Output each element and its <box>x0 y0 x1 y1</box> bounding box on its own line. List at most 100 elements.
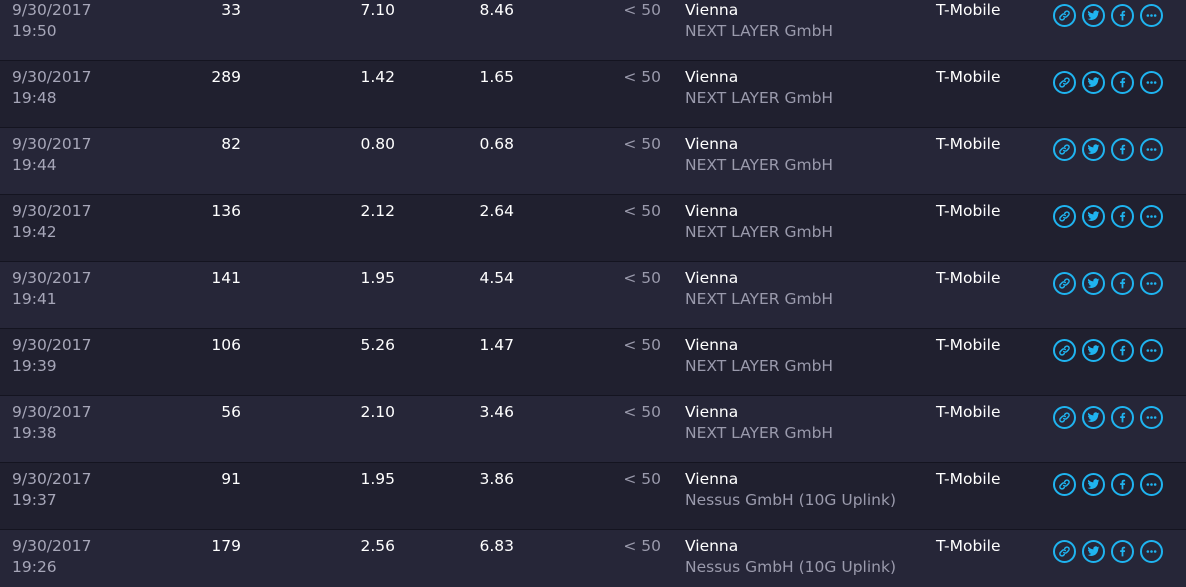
more-options-button[interactable] <box>1140 138 1163 161</box>
provider-name: T-Mobile <box>936 68 1001 86</box>
distance-value: < 50 <box>623 1 661 19</box>
link-icon <box>1059 546 1070 557</box>
table-row[interactable]: 9/30/2017 19:44 82 0.80 0.68 < 50 Vienna… <box>0 128 1186 195</box>
table-row[interactable]: 9/30/2017 19:37 91 1.95 3.86 < 50 Vienna… <box>0 463 1186 530</box>
server-isp: NEXT LAYER GmbH <box>685 424 834 442</box>
server-info: Vienna NEXT LAYER GmbH <box>685 268 833 310</box>
share-actions <box>1053 406 1163 429</box>
twitter-share-button[interactable] <box>1082 71 1105 94</box>
server-city: Vienna <box>685 470 739 488</box>
server-info: Vienna NEXT LAYER GmbH <box>685 201 833 243</box>
result-datetime: 9/30/2017 19:41 <box>12 268 91 310</box>
table-row[interactable]: 9/30/2017 19:48 289 1.42 1.65 < 50 Vienn… <box>0 61 1186 128</box>
facebook-share-button[interactable] <box>1111 205 1134 228</box>
twitter-share-button[interactable] <box>1082 4 1105 27</box>
upload-value: 6.83 <box>479 537 514 555</box>
link-button[interactable] <box>1053 205 1076 228</box>
more-options-button[interactable] <box>1140 540 1163 563</box>
more-options-button[interactable] <box>1140 71 1163 94</box>
twitter-share-button[interactable] <box>1082 339 1105 362</box>
link-button[interactable] <box>1053 4 1076 27</box>
server-city: Vienna <box>685 537 739 555</box>
more-options-button[interactable] <box>1140 4 1163 27</box>
more-options-button[interactable] <box>1140 473 1163 496</box>
ping-value: 91 <box>221 470 241 488</box>
facebook-icon <box>1120 144 1126 155</box>
download-value: 1.95 <box>360 470 395 488</box>
table-row[interactable]: 9/30/2017 19:38 56 2.10 3.46 < 50 Vienna… <box>0 396 1186 463</box>
table-row[interactable]: 9/30/2017 19:39 106 5.26 1.47 < 50 Vienn… <box>0 329 1186 396</box>
twitter-share-button[interactable] <box>1082 473 1105 496</box>
download-value: 1.42 <box>360 68 395 86</box>
twitter-share-button[interactable] <box>1082 272 1105 295</box>
more-icon <box>1146 282 1157 285</box>
server-city: Vienna <box>685 336 739 354</box>
provider-name: T-Mobile <box>936 135 1001 153</box>
more-options-button[interactable] <box>1140 205 1163 228</box>
ping-value: 289 <box>211 68 241 86</box>
twitter-share-button[interactable] <box>1082 540 1105 563</box>
facebook-share-button[interactable] <box>1111 71 1134 94</box>
share-actions <box>1053 71 1163 94</box>
twitter-share-button[interactable] <box>1082 205 1105 228</box>
link-button[interactable] <box>1053 473 1076 496</box>
result-datetime: 9/30/2017 19:38 <box>12 402 91 444</box>
facebook-share-button[interactable] <box>1111 339 1134 362</box>
server-city: Vienna <box>685 1 739 19</box>
download-value: 7.10 <box>360 1 395 19</box>
twitter-icon <box>1087 278 1100 288</box>
twitter-share-button[interactable] <box>1082 406 1105 429</box>
link-button[interactable] <box>1053 138 1076 161</box>
facebook-share-button[interactable] <box>1111 138 1134 161</box>
link-icon <box>1059 412 1070 423</box>
more-options-button[interactable] <box>1140 406 1163 429</box>
link-icon <box>1059 144 1070 155</box>
server-isp: NEXT LAYER GmbH <box>685 357 834 375</box>
twitter-share-button[interactable] <box>1082 138 1105 161</box>
upload-value: 3.86 <box>479 470 514 488</box>
results-table: 9/30/2017 19:50 33 7.10 8.46 < 50 Vienna… <box>0 0 1186 587</box>
result-datetime: 9/30/2017 19:37 <box>12 469 91 511</box>
share-actions <box>1053 4 1163 27</box>
facebook-icon <box>1120 211 1126 222</box>
link-button[interactable] <box>1053 406 1076 429</box>
more-icon <box>1146 550 1157 553</box>
facebook-share-button[interactable] <box>1111 4 1134 27</box>
provider-name: T-Mobile <box>936 269 1001 287</box>
server-info: Vienna Nessus GmbH (10G Uplink) <box>685 536 896 578</box>
result-date: 9/30/2017 <box>12 269 92 287</box>
server-city: Vienna <box>685 269 739 287</box>
result-time: 19:50 <box>12 22 57 40</box>
facebook-share-button[interactable] <box>1111 272 1134 295</box>
server-info: Vienna NEXT LAYER GmbH <box>685 67 833 109</box>
facebook-share-button[interactable] <box>1111 540 1134 563</box>
link-button[interactable] <box>1053 71 1076 94</box>
share-actions <box>1053 473 1163 496</box>
provider-name: T-Mobile <box>936 403 1001 421</box>
result-time: 19:41 <box>12 290 57 308</box>
more-options-button[interactable] <box>1140 339 1163 362</box>
link-icon <box>1059 479 1070 490</box>
server-isp: NEXT LAYER GmbH <box>685 290 834 308</box>
share-actions <box>1053 205 1163 228</box>
link-button[interactable] <box>1053 540 1076 563</box>
twitter-icon <box>1087 211 1100 221</box>
share-actions <box>1053 540 1163 563</box>
distance-value: < 50 <box>623 202 661 220</box>
distance-value: < 50 <box>623 403 661 421</box>
table-row[interactable]: 9/30/2017 19:50 33 7.10 8.46 < 50 Vienna… <box>0 0 1186 61</box>
provider-name: T-Mobile <box>936 336 1001 354</box>
table-row[interactable]: 9/30/2017 19:41 141 1.95 4.54 < 50 Vienn… <box>0 262 1186 329</box>
link-button[interactable] <box>1053 272 1076 295</box>
facebook-icon <box>1120 77 1126 88</box>
facebook-share-button[interactable] <box>1111 406 1134 429</box>
more-icon <box>1146 81 1157 84</box>
link-button[interactable] <box>1053 339 1076 362</box>
table-row[interactable]: 9/30/2017 19:42 136 2.12 2.64 < 50 Vienn… <box>0 195 1186 262</box>
table-row[interactable]: 9/30/2017 19:26 179 2.56 6.83 < 50 Vienn… <box>0 530 1186 587</box>
more-options-button[interactable] <box>1140 272 1163 295</box>
facebook-share-button[interactable] <box>1111 473 1134 496</box>
distance-value: < 50 <box>623 336 661 354</box>
result-time: 19:48 <box>12 89 57 107</box>
result-date: 9/30/2017 <box>12 470 92 488</box>
